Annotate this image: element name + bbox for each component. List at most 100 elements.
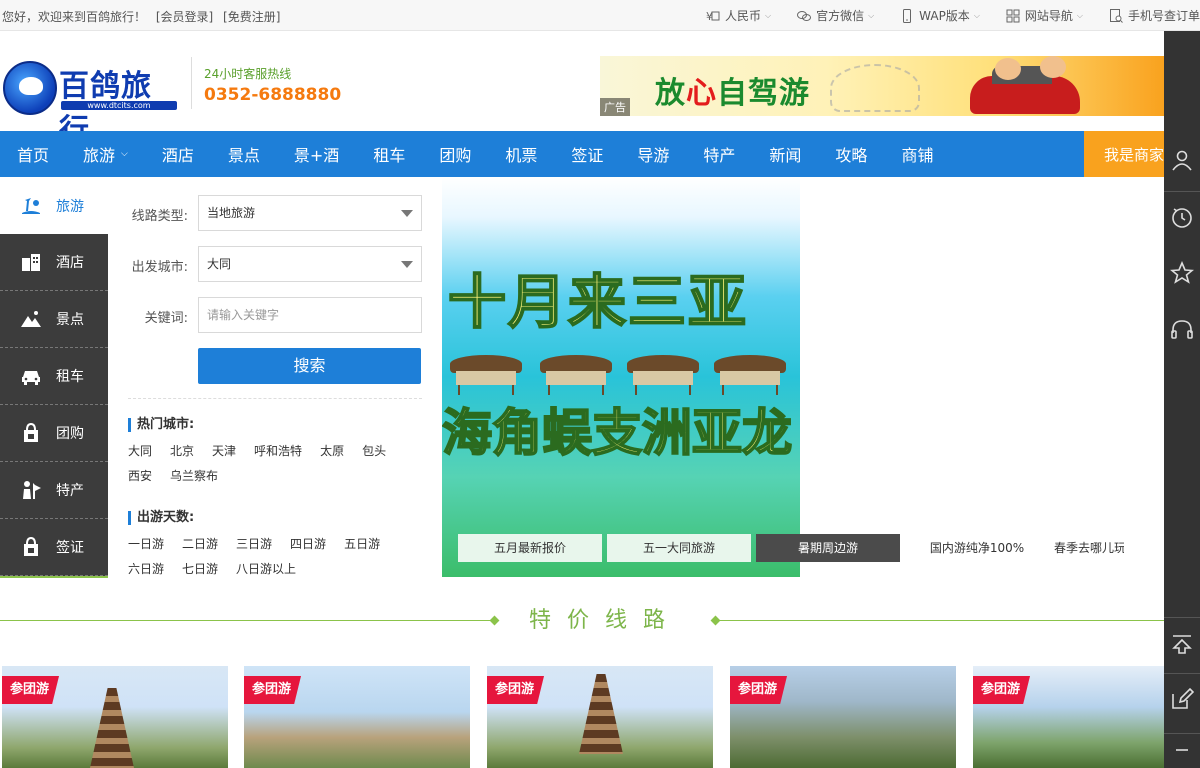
nav-item-visa[interactable]: 签证 xyxy=(554,142,620,166)
trip-days-link[interactable]: 四日游 xyxy=(290,532,326,557)
hot-cities-title: 热门城市: xyxy=(128,418,194,432)
hot-city-link[interactable]: 北京 xyxy=(170,439,194,464)
category-label: 团购 xyxy=(56,426,84,442)
travel-icon xyxy=(22,197,40,214)
divider xyxy=(128,398,422,399)
nav-item-shop[interactable]: 商铺 xyxy=(884,142,950,166)
trip-days-link[interactable]: 三日游 xyxy=(236,532,272,557)
ad-text-part: 放 xyxy=(655,76,686,111)
back-to-top-icon[interactable] xyxy=(1170,632,1194,656)
site-nav-menu[interactable]: 网站导航 ⌵ xyxy=(1006,7,1083,24)
deal-card[interactable]: 参团游 xyxy=(730,666,956,768)
wap-menu[interactable]: WAP版本 ⌵ xyxy=(900,7,980,24)
ad-text-part: 自驾游 xyxy=(717,76,810,111)
slider-tab[interactable]: 五月最新报价 xyxy=(458,534,602,562)
trip-days-link[interactable]: 二日游 xyxy=(182,532,218,557)
hotline-label: 24小时客服热线 xyxy=(204,67,292,81)
wechat-menu[interactable]: 官方微信 ⌵ xyxy=(797,7,874,24)
slider-tab[interactable]: 国内游纯净100% xyxy=(905,534,1049,562)
logo-url: www.dtcits.com xyxy=(61,101,177,110)
category-item-specialty[interactable]: 特产 xyxy=(0,462,108,519)
water-villa-graphic xyxy=(714,355,786,395)
header: 百鸽旅行 www.dtcits.com 24小时客服热线 0352-688888… xyxy=(0,31,1164,148)
category-label: 签证 xyxy=(56,540,84,556)
top-bar: 您好，欢迎来到百鸽旅行！ [会员登录] [免费注册] ¥ 人民币 ⌵ 官方微信 ⌵ … xyxy=(0,0,1200,31)
chevron-down-icon: ⌵ xyxy=(973,10,980,20)
trip-days-link[interactable]: 八日游以上 xyxy=(236,557,296,582)
slider-headline: 十月来三亚 xyxy=(447,267,749,337)
deal-card[interactable]: 参团游 xyxy=(2,666,228,768)
order-icon xyxy=(1109,8,1123,23)
nav-item-flight[interactable]: 机票 xyxy=(488,142,554,166)
nav-item-home[interactable]: 首页 xyxy=(0,142,66,166)
keyword-input[interactable]: 请输入关键字 xyxy=(198,297,422,333)
departure-city-select[interactable]: 大同 xyxy=(198,246,422,282)
hot-city-link[interactable]: 天津 xyxy=(212,439,236,464)
category-item-travel[interactable]: 旅游 xyxy=(0,177,108,234)
nav-item-guide[interactable]: 导游 xyxy=(620,142,686,166)
nav-item-specialty[interactable]: 特产 xyxy=(686,142,752,166)
divider xyxy=(1164,733,1200,734)
category-item-visa[interactable]: 签证 xyxy=(0,519,108,576)
slider-tab[interactable]: 春季去哪儿玩 xyxy=(1054,534,1124,562)
card-tag: 参团游 xyxy=(973,676,1031,704)
merchant-button-label: 我是商家 xyxy=(1104,145,1164,164)
nav-item-travel[interactable]: 旅游 ⌵ xyxy=(66,142,145,166)
hot-city-link[interactable]: 呼和浩特 xyxy=(254,439,302,464)
headset-icon[interactable] xyxy=(1170,318,1194,342)
star-icon[interactable] xyxy=(1169,260,1195,285)
card-tag: 参团游 xyxy=(2,676,60,704)
nav-item-scenery[interactable]: 景点 xyxy=(211,142,277,166)
site-logo[interactable]: 百鸽旅行 www.dtcits.com xyxy=(3,61,181,148)
nav-item-news[interactable]: 新闻 xyxy=(752,142,818,166)
deal-cards: 参团游 参团游 参团游 参团游 参团游 xyxy=(0,666,1199,768)
ad-label: 广告 xyxy=(600,98,630,116)
route-type-row: 线路类型: 当地旅游 xyxy=(108,195,442,231)
user-icon[interactable] xyxy=(1170,148,1194,172)
deal-card[interactable]: 参团游 xyxy=(244,666,470,768)
category-label: 租车 xyxy=(56,369,84,385)
nav-item-scenery-hotel[interactable]: 景+酒 xyxy=(277,142,356,166)
category-item-hotel[interactable]: 酒店 xyxy=(0,234,108,291)
nav-item-car-rental[interactable]: 租车 xyxy=(356,142,422,166)
deal-card[interactable]: 参团游 xyxy=(487,666,713,768)
hot-city-link[interactable]: 乌兰察布 xyxy=(170,464,218,489)
nav-item-groupbuy[interactable]: 团购 xyxy=(422,142,488,166)
trip-days-link[interactable]: 五日游 xyxy=(344,532,380,557)
history-icon[interactable] xyxy=(1170,205,1194,229)
hot-city-link[interactable]: 太原 xyxy=(320,439,344,464)
login-link[interactable]: [会员登录] xyxy=(156,10,213,24)
slider-tab[interactable]: 五一大同旅游 xyxy=(607,534,751,562)
minus-icon[interactable] xyxy=(1170,738,1194,762)
promo-slider[interactable]: 十月来三亚 海角蜈支洲亚龙 xyxy=(442,177,800,577)
nav-item-hotel[interactable]: 酒店 xyxy=(145,142,211,166)
wechat-label: 官方微信 xyxy=(816,9,865,23)
trip-days-link[interactable]: 七日游 xyxy=(182,557,218,582)
water-villa-graphic xyxy=(540,355,612,395)
trip-days-link[interactable]: 六日游 xyxy=(128,557,164,582)
search-button[interactable]: 搜索 xyxy=(198,348,421,384)
slider-tabs: 五月最新报价 五一大同旅游 暑期周边游 国内游纯净100% 春季去哪儿玩 xyxy=(458,534,1164,562)
hot-cities-list: 大同 北京 天津 呼和浩特 太原 包头西安 乌兰察布 xyxy=(128,439,428,489)
hot-city-link[interactable]: 包头 xyxy=(362,439,386,464)
section-title: 特价线路 xyxy=(495,604,715,638)
merchant-button[interactable]: 我是商家 xyxy=(1084,131,1164,177)
category-label: 景点 xyxy=(56,312,84,328)
category-item-car[interactable]: 租车 xyxy=(0,348,108,405)
register-link[interactable]: [免费注册] xyxy=(223,10,280,24)
search-panel: 线路类型: 当地旅游 出发城市: 大同 关键词: 请输入关键字 搜索 热门城市:… xyxy=(108,177,442,577)
order-lookup-link[interactable]: 手机号查订单 xyxy=(1109,7,1200,24)
currency-menu[interactable]: ¥ 人民币 ⌵ xyxy=(706,7,771,24)
slider-tab-active[interactable]: 暑期周边游 xyxy=(756,534,900,562)
ad-banner[interactable]: 放心自驾游 广告 xyxy=(600,56,1164,116)
site-nav-label: 网站导航 xyxy=(1024,9,1073,23)
route-type-select[interactable]: 当地旅游 xyxy=(198,195,422,231)
nav-item-strategy[interactable]: 攻略 xyxy=(818,142,884,166)
trip-days-link[interactable]: 一日游 xyxy=(128,532,164,557)
category-item-groupbuy[interactable]: 团购 xyxy=(0,405,108,462)
top-bar-links: ¥ 人民币 ⌵ 官方微信 ⌵ WAP版本 ⌵ 网站导航 ⌵ 手机号查订单 xyxy=(680,7,1200,24)
hot-city-link[interactable]: 大同 xyxy=(128,439,152,464)
category-item-scenery[interactable]: 景点 xyxy=(0,291,108,348)
edit-icon[interactable] xyxy=(1170,687,1195,711)
hot-city-link[interactable]: 西安 xyxy=(128,464,152,489)
